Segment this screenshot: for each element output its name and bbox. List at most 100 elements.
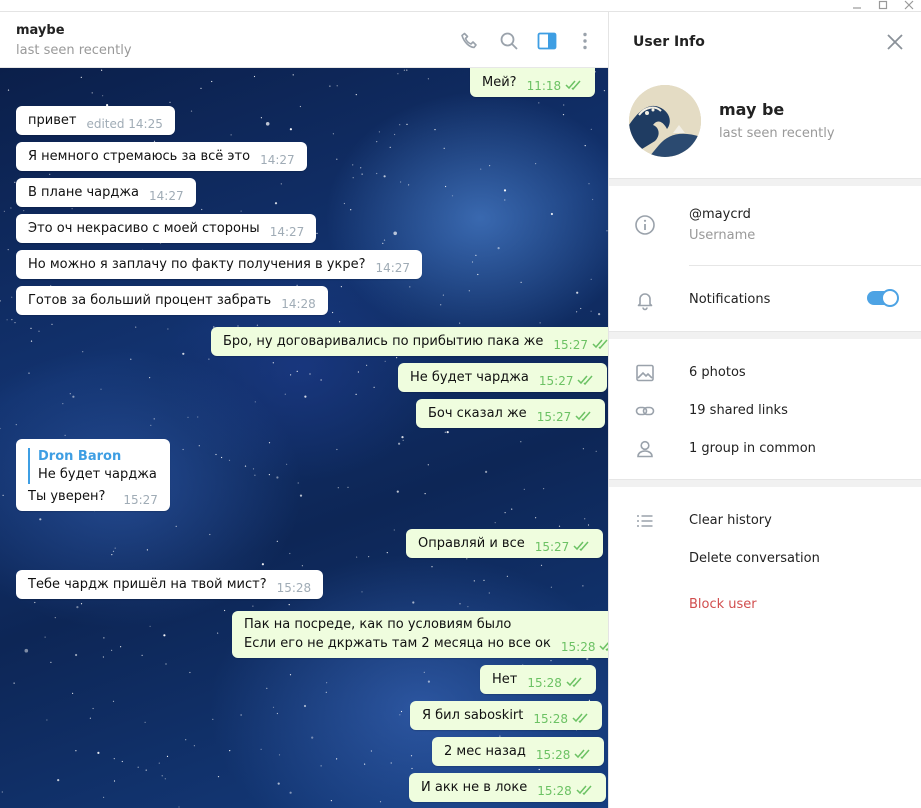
double-check-icon: [565, 80, 581, 91]
user-name: may be: [719, 100, 785, 119]
delete-conversation-button[interactable]: Delete conversation: [689, 551, 820, 566]
message-time: 15:27: [123, 493, 158, 507]
message-text: Боч сказал же: [428, 406, 527, 421]
message-time: 14:27: [269, 225, 305, 239]
message-time: 15:27: [538, 374, 574, 388]
message-text: привет: [28, 113, 77, 128]
message-incoming[interactable]: Тебе чардж пришёл на твой мист? 15:28: [16, 570, 324, 599]
chat-title[interactable]: maybe: [16, 23, 65, 38]
message-text: И акк не в локе: [421, 780, 528, 795]
message-outgoing[interactable]: Мей? 11:18: [470, 68, 596, 97]
message-text: Но можно я заплачу по факту получения в …: [28, 257, 366, 272]
link-icon: [633, 399, 657, 423]
message-text: В плане чарджа: [28, 185, 140, 200]
message-incoming[interactable]: привет edited 14:25: [16, 106, 175, 135]
section-divider: [609, 479, 921, 487]
message-incoming[interactable]: Но можно я заплачу по факту получения в …: [16, 250, 423, 279]
message-incoming[interactable]: Это оч некрасиво с моей стороны 14:27: [16, 214, 317, 243]
double-check-icon: [572, 713, 588, 724]
message-outgoing[interactable]: Бро, ну договаривались по прибытию пака …: [211, 327, 608, 356]
message-outgoing[interactable]: Нет 15:28: [480, 665, 596, 694]
more-vertical-icon[interactable]: [573, 29, 597, 53]
notifications-toggle[interactable]: [867, 289, 899, 307]
bell-icon: [633, 288, 657, 312]
photo-icon: [633, 361, 657, 385]
message-text: Мей?: [482, 75, 517, 90]
shared-photos[interactable]: 6 photos: [689, 365, 746, 380]
double-check-icon: [573, 541, 589, 552]
phone-icon[interactable]: [458, 29, 482, 53]
message-incoming[interactable]: Я немного стремаюсь за всё это 14:27: [16, 142, 307, 171]
message-time: 15:28: [527, 676, 562, 690]
message-incoming[interactable]: В плане чарджа 14:27: [16, 178, 196, 207]
double-check-icon: [575, 411, 591, 422]
message-text: Я бил saboskirt: [422, 708, 524, 723]
message-time: 15:28: [537, 784, 572, 798]
double-check-icon: [576, 785, 592, 796]
avatar[interactable]: [629, 85, 701, 157]
double-check-icon: [599, 642, 608, 652]
message-outgoing[interactable]: Оправляй и все 15:27: [406, 529, 604, 558]
username-value[interactable]: @maycrd: [689, 207, 751, 222]
double-check-icon: [574, 749, 590, 760]
reply-quote[interactable]: Dron Baron Не будет чарджа: [28, 448, 158, 484]
message-outgoing[interactable]: Боч сказал же 15:27: [416, 399, 606, 428]
minimize-icon[interactable]: [846, 0, 868, 12]
message-outgoing[interactable]: И акк не в локе 15:28: [409, 773, 606, 802]
message-text: 2 мес назад: [444, 744, 526, 759]
message-outgoing[interactable]: Я бил saboskirt 15:28: [410, 701, 602, 730]
double-check-icon: [592, 339, 608, 350]
double-check-icon: [566, 677, 582, 688]
message-incoming[interactable]: Готов за больший процент забрать 14:28: [16, 286, 328, 315]
toggle-knob: [881, 289, 899, 307]
info-icon: [633, 213, 657, 237]
message-time: 14:27: [375, 261, 411, 275]
message-time: 14:27: [260, 153, 295, 167]
panel-title: User Info: [633, 34, 705, 50]
message-text-line2: Если его не дкржать там 2 месяца но все …: [244, 636, 551, 651]
message-time: 15:28: [533, 712, 568, 726]
telegram-window: maybe last seen recently Мей? 11:18 приве…: [0, 0, 921, 808]
message-time: 14:28: [281, 297, 316, 311]
message-text: Готов за больший процент забрать: [28, 293, 272, 308]
reply-author: Dron Baron: [38, 449, 122, 464]
message-outgoing[interactable]: Пак на посреде, как по условиям было Есл…: [232, 611, 608, 658]
message-time: 15:28: [276, 581, 312, 595]
chat-header: maybe last seen recently: [0, 12, 608, 68]
reply-text: Не будет чарджа: [38, 467, 157, 482]
message-outgoing[interactable]: Не будет чарджа 15:27: [398, 363, 608, 392]
notifications-label: Notifications: [689, 292, 771, 307]
row-divider: [689, 265, 921, 266]
message-time: edited 14:25: [86, 117, 163, 131]
maximize-icon[interactable]: [872, 0, 894, 12]
message-time: 14:27: [149, 189, 184, 203]
message-time: 15:27: [553, 338, 588, 352]
section-divider: [609, 178, 921, 186]
clear-history-button[interactable]: Clear history: [689, 513, 772, 528]
message-text: Оправляй и все: [418, 536, 525, 551]
window-close-icon[interactable]: [898, 0, 920, 12]
message-text: Бро, ну договаривались по прибытию пака …: [223, 334, 544, 349]
close-icon[interactable]: [883, 30, 907, 54]
search-icon[interactable]: [497, 29, 521, 53]
message-text: Пак на посреде, как по условиям было: [244, 617, 512, 632]
user-info-panel: User Info may be last seen recently @may…: [608, 12, 921, 808]
message-time: 11:18: [526, 79, 562, 93]
sidebar-toggle-icon[interactable]: [535, 29, 559, 53]
section-divider: [609, 331, 921, 339]
groups-in-common[interactable]: 1 group in common: [689, 441, 816, 456]
message-time: 15:27: [534, 540, 570, 554]
user-icon: [633, 437, 657, 461]
block-user-button[interactable]: Block user: [689, 597, 757, 612]
user-status: last seen recently: [719, 126, 835, 141]
username-label: Username: [689, 228, 756, 243]
message-text: Я немного стремаюсь за всё это: [28, 149, 251, 164]
message-outgoing[interactable]: 2 мес назад 15:28: [432, 737, 605, 766]
message-time: 15:28: [560, 640, 596, 654]
message-time: 15:28: [535, 748, 571, 762]
message-incoming-reply[interactable]: Dron Baron Не будет чарджа Ты уверен? 15:…: [16, 439, 170, 511]
shared-links[interactable]: 19 shared links: [689, 403, 788, 418]
chat-messages-area[interactable]: Мей? 11:18 привет edited 14:25 Я немного с…: [0, 68, 608, 808]
message-text: Это оч некрасиво с моей стороны: [28, 221, 260, 236]
list-icon: [633, 509, 657, 533]
